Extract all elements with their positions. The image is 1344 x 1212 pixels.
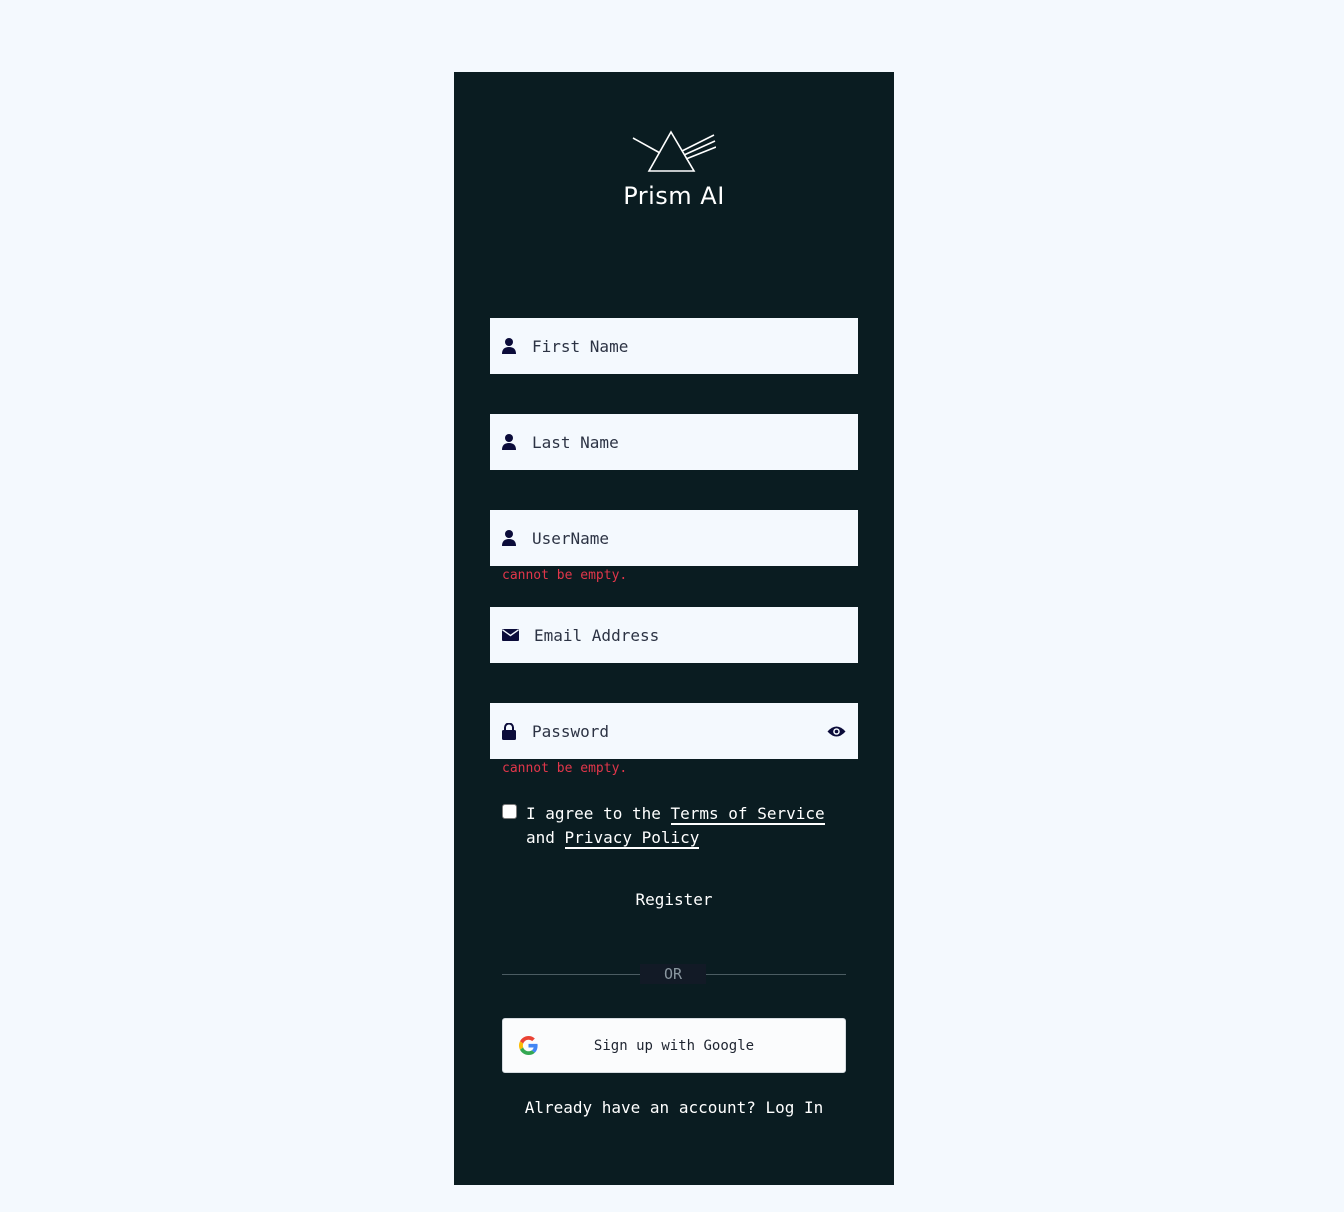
brand-logo: Prism AI <box>454 130 894 210</box>
last-name-field[interactable] <box>490 414 858 470</box>
first-name-field[interactable] <box>490 318 858 374</box>
email-field[interactable] <box>490 607 858 663</box>
password-error: cannot be empty. <box>502 761 628 776</box>
user-icon <box>501 530 517 546</box>
brand-name: Prism AI <box>623 182 725 210</box>
terms-middle: and <box>526 828 555 847</box>
first-name-input[interactable] <box>517 318 858 374</box>
envelope-icon <box>501 627 519 643</box>
terms-prefix: I agree to the <box>526 804 661 823</box>
email-input[interactable] <box>519 607 858 663</box>
google-icon <box>519 1036 538 1055</box>
eye-icon[interactable] <box>826 721 846 741</box>
login-link[interactable]: Log In <box>766 1098 824 1117</box>
login-prompt: Already have an account? Log In <box>454 1098 894 1117</box>
terms-agreement: I agree to the Terms of Service and Priv… <box>502 802 842 850</box>
terms-of-service-link[interactable]: Terms of Service <box>670 804 825 825</box>
terms-checkbox[interactable] <box>502 804 517 819</box>
prism-icon <box>632 130 716 172</box>
password-input[interactable] <box>517 703 826 759</box>
register-button[interactable]: Register <box>454 890 894 909</box>
terms-text: I agree to the Terms of Service and Priv… <box>526 802 825 850</box>
user-icon <box>501 338 517 354</box>
or-divider: OR <box>502 964 846 984</box>
google-signup-label: Sign up with Google <box>593 1037 755 1054</box>
google-signup-button[interactable]: Sign up with Google <box>502 1018 846 1073</box>
privacy-policy-link[interactable]: Privacy Policy <box>564 828 700 849</box>
username-input[interactable] <box>517 510 858 566</box>
user-icon <box>501 434 517 450</box>
last-name-input[interactable] <box>517 414 858 470</box>
login-prompt-text: Already have an account? <box>524 1098 756 1117</box>
signup-card: Prism AI cannot be empty. <box>454 72 894 1185</box>
divider-label: OR <box>640 964 706 984</box>
password-field[interactable] <box>490 703 858 759</box>
username-field[interactable] <box>490 510 858 566</box>
username-error: cannot be empty. <box>502 568 628 583</box>
lock-icon <box>501 722 517 740</box>
